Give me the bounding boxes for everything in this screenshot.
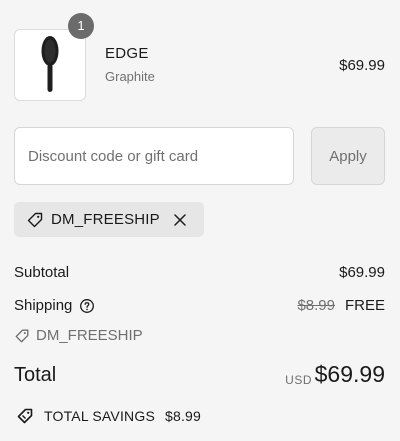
- subtotal-label: Subtotal: [14, 264, 70, 281]
- applied-discount-code: DM_FREESHIP: [51, 211, 160, 228]
- product-price: $69.99: [339, 57, 385, 74]
- tag-icon: [15, 329, 29, 342]
- tag-icon: [27, 212, 43, 227]
- tag-icon: [17, 408, 33, 424]
- applied-discount-chip: DM_FREESHIP: [14, 202, 204, 237]
- shipping-discount: DM_FREESHIP: [14, 327, 143, 344]
- shipping-original-price: $8.99: [297, 297, 335, 314]
- savings-value: $8.99: [165, 408, 202, 424]
- product-name: EDGE: [105, 45, 149, 62]
- total-value: $69.99: [314, 361, 385, 387]
- shipping-row: Shipping: [14, 297, 95, 314]
- savings-label: TOTAL SAVINGS: [44, 408, 155, 424]
- product-variant: Graphite: [105, 69, 155, 84]
- discount-code-input[interactable]: [14, 127, 294, 185]
- question-circle-icon[interactable]: [79, 298, 95, 314]
- shipping-discount-code: DM_FREESHIP: [36, 327, 143, 344]
- close-icon[interactable]: [173, 213, 187, 227]
- shipping-value-group: $8.99 FREE: [297, 297, 385, 314]
- quantity-badge: 1: [68, 13, 94, 39]
- apply-button[interactable]: Apply: [311, 127, 385, 185]
- subtotal-value: $69.99: [339, 264, 385, 281]
- currency-code: USD: [285, 373, 312, 387]
- total-label: Total: [14, 364, 57, 386]
- shipping-value: FREE: [344, 297, 385, 314]
- hairbrush-image: [41, 36, 59, 92]
- product-thumbnail: [14, 29, 86, 101]
- shipping-label: Shipping: [14, 297, 73, 314]
- total-savings: TOTAL SAVINGS $8.99: [16, 407, 201, 425]
